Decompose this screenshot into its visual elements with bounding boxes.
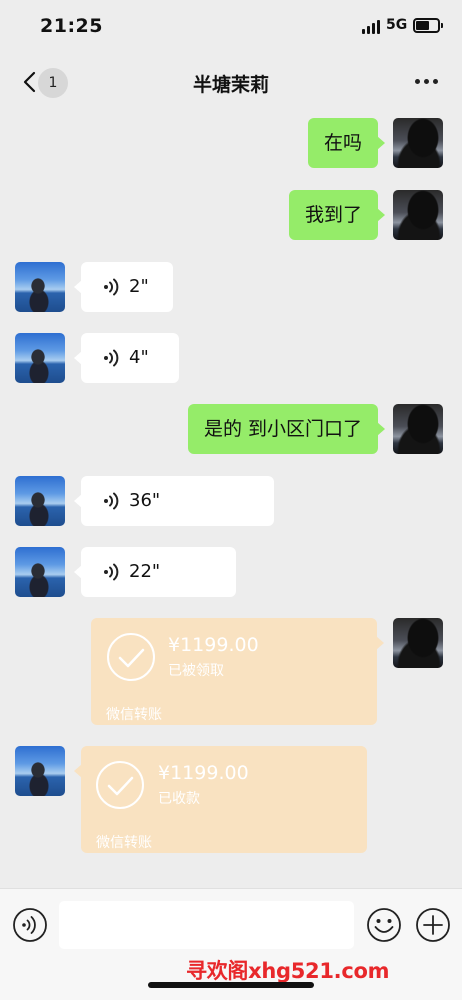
contact-avatar[interactable] (15, 333, 65, 383)
message-text: 是的 到小区门口了 (203, 418, 362, 440)
voice-wave-icon (104, 492, 119, 510)
emoji-icon[interactable] (366, 907, 402, 943)
network-label: 5G (386, 17, 408, 33)
outgoing-text-bubble[interactable]: 在吗 (307, 118, 386, 168)
voice-duration: 4" (129, 347, 149, 368)
outgoing-text-bubble[interactable]: 我到了 (288, 190, 386, 240)
more-options-icon[interactable] (414, 79, 440, 85)
transfer-received-check-icon (107, 633, 155, 681)
home-indicator[interactable] (148, 982, 314, 988)
plus-icon[interactable] (415, 907, 451, 943)
my-avatar[interactable] (393, 404, 443, 454)
signal-icon (362, 20, 382, 34)
status-bar: 21:25 5G (0, 0, 462, 52)
voice-duration: 22" (129, 561, 161, 582)
my-avatar[interactable] (393, 118, 443, 168)
nav-bar: 1 半塘茉莉 (0, 52, 462, 110)
watermark-text: 寻欢阁xhg521.com (186, 959, 390, 983)
transfer-status: 已收款 (158, 791, 200, 807)
voice-wave-icon (104, 563, 119, 581)
status-time: 21:25 (40, 15, 103, 37)
message-text: 在吗 (323, 132, 362, 154)
my-avatar[interactable] (393, 618, 443, 668)
message-input[interactable] (59, 901, 354, 949)
my-avatar[interactable] (393, 190, 443, 240)
contact-avatar[interactable] (15, 746, 65, 796)
transfer-received-check-icon (96, 761, 144, 809)
transfer-status: 已被领取 (168, 663, 224, 679)
incoming-voice-bubble[interactable]: 36" (74, 476, 274, 526)
chat-title: 半塘茉莉 (192, 74, 269, 96)
transfer-amount: ¥1199.00 (158, 762, 249, 784)
contact-avatar[interactable] (15, 547, 65, 597)
message-text: 我到了 (304, 204, 362, 226)
contact-avatar[interactable] (15, 262, 65, 312)
voice-duration: 36" (129, 490, 161, 511)
transfer-footer-label: 微信转账 (96, 835, 152, 851)
voice-duration: 2" (129, 276, 149, 297)
incoming-transfer-card[interactable]: ¥1199.00 已收款 微信转账 (74, 746, 367, 853)
transfer-footer-label: 微信转账 (106, 707, 162, 723)
contact-avatar[interactable] (15, 476, 65, 526)
incoming-voice-bubble[interactable]: 4" (74, 333, 179, 383)
transfer-amount: ¥1199.00 (168, 634, 259, 656)
voice-wave-icon (104, 349, 119, 367)
battery-icon (413, 18, 443, 33)
incoming-voice-bubble[interactable]: 22" (74, 547, 236, 597)
incoming-voice-bubble[interactable]: 2" (74, 262, 173, 312)
voice-wave-icon (104, 278, 119, 296)
outgoing-text-bubble[interactable]: 是的 到小区门口了 (187, 404, 386, 454)
voice-input-toggle-icon[interactable] (12, 907, 48, 943)
outgoing-transfer-card[interactable]: ¥1199.00 已被领取 微信转账 (91, 618, 384, 725)
